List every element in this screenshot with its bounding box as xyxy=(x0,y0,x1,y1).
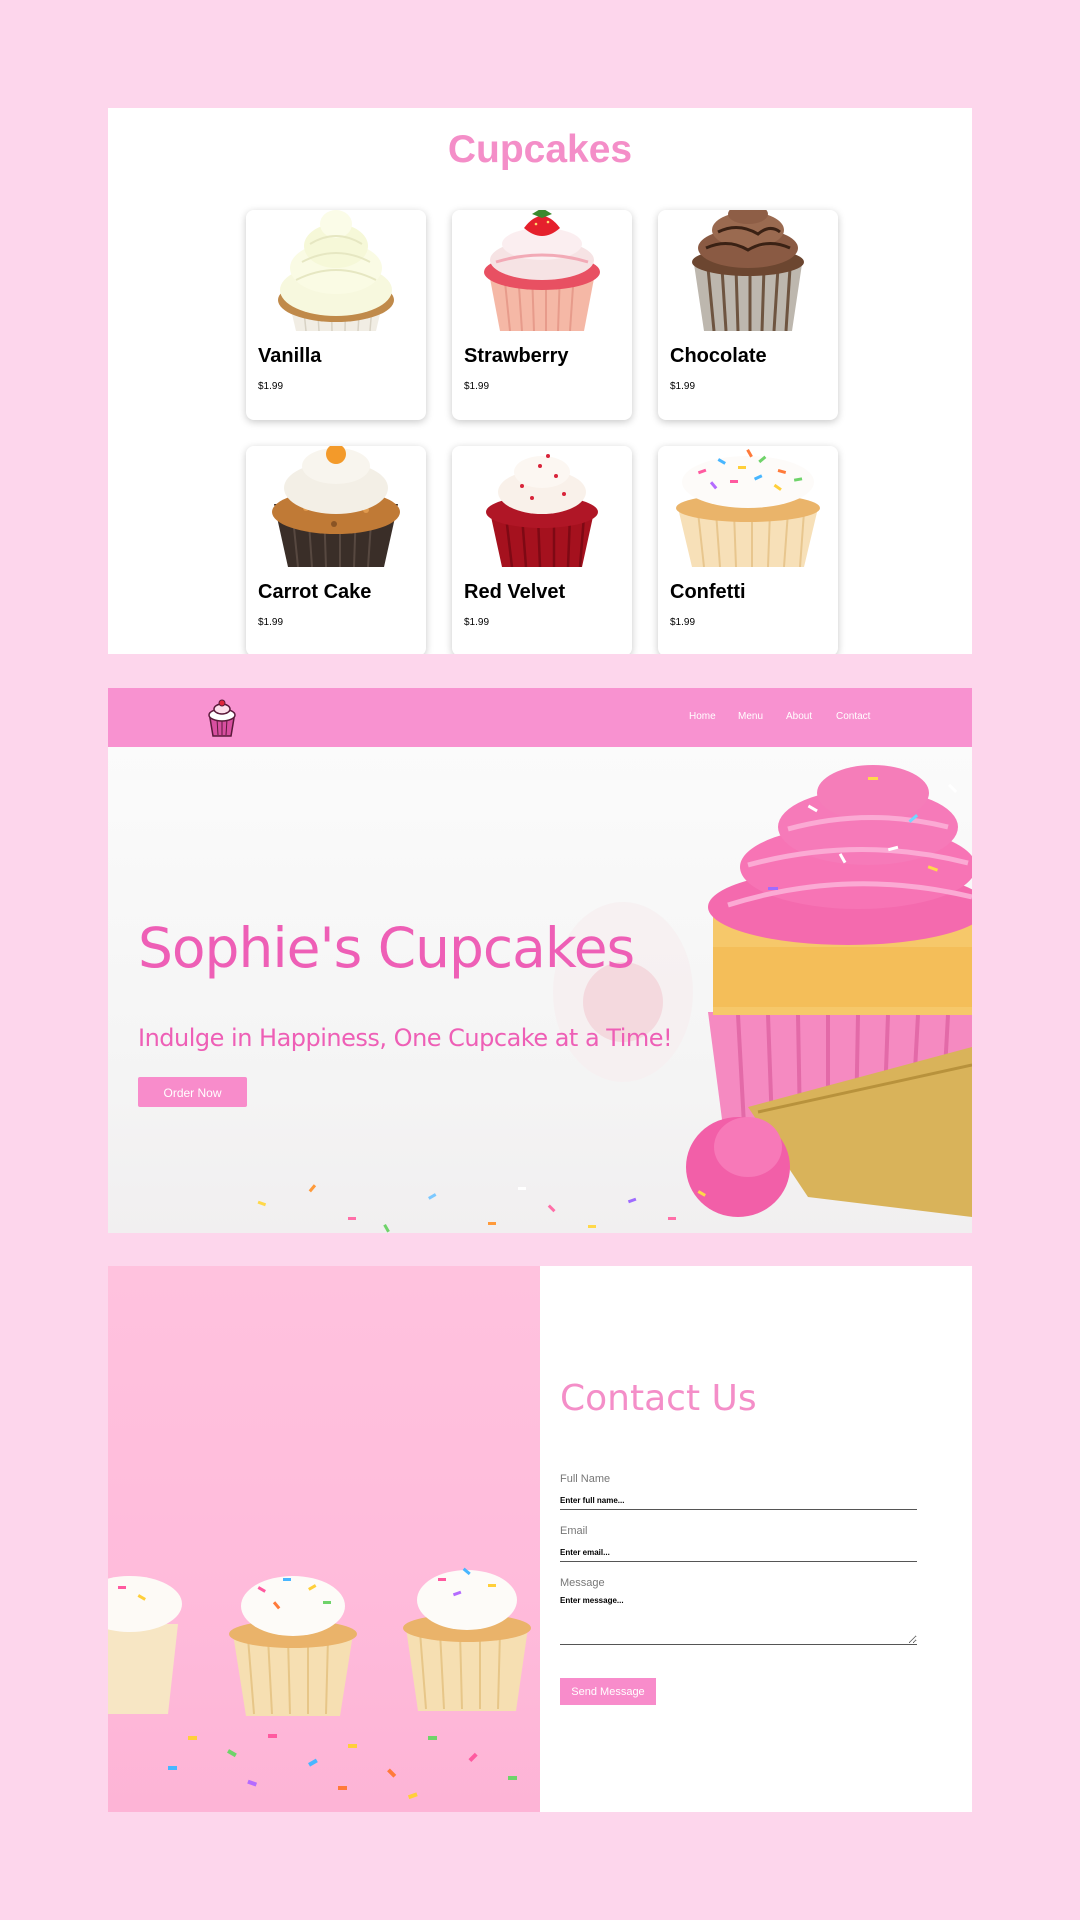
contact-section: Contact Us Full Name Email Message Send … xyxy=(108,1266,972,1812)
menu-item-price: $1.99 xyxy=(464,617,490,628)
full-name-input[interactable] xyxy=(560,1491,917,1510)
menu-item-price: $1.99 xyxy=(464,381,490,392)
email-label: Email xyxy=(560,1525,588,1537)
menu-title: Cupcakes xyxy=(447,128,633,171)
chocolate-cupcake-image xyxy=(658,210,838,332)
menu-item-price: $1.99 xyxy=(670,381,696,392)
confetti-cupcake-image xyxy=(658,446,838,568)
menu-card-red-velvet[interactable]: Red Velvet $1.99 xyxy=(452,446,632,654)
full-name-label: Full Name xyxy=(560,1473,611,1485)
hero-background-image xyxy=(108,747,972,1233)
menu-item-name: Vanilla xyxy=(258,345,322,367)
carrot-cupcake-image xyxy=(246,446,426,568)
cupcake-menu-section: Cupcakes Vanilla $1.99 Strawberry $1.99 … xyxy=(108,108,972,654)
cupcake-logo-icon[interactable] xyxy=(204,698,240,738)
order-now-button[interactable]: Order Now xyxy=(138,1077,247,1107)
email-input[interactable] xyxy=(560,1543,917,1562)
menu-item-price: $1.99 xyxy=(258,617,284,628)
cupcakes-photo xyxy=(108,1266,540,1812)
strawberry-cupcake-image xyxy=(452,210,632,332)
menu-item-name: Confetti xyxy=(670,581,746,603)
navbar: Home Menu About Contact xyxy=(108,688,972,747)
red-velvet-cupcake-image xyxy=(452,446,632,568)
menu-card-strawberry[interactable]: Strawberry $1.99 xyxy=(452,210,632,420)
menu-card-carrot-cake[interactable]: Carrot Cake $1.99 xyxy=(246,446,426,654)
nav-link-home[interactable]: Home xyxy=(689,711,716,722)
menu-item-name: Red Velvet xyxy=(464,581,566,603)
nav-link-menu[interactable]: Menu xyxy=(738,711,763,722)
menu-item-price: $1.99 xyxy=(258,381,284,392)
menu-item-name: Chocolate xyxy=(670,345,767,367)
menu-card-vanilla[interactable]: Vanilla $1.99 xyxy=(246,210,426,420)
vanilla-cupcake-image xyxy=(246,210,426,332)
menu-item-price: $1.99 xyxy=(670,617,696,628)
send-message-button[interactable]: Send Message xyxy=(560,1678,656,1705)
menu-card-chocolate[interactable]: Chocolate $1.99 xyxy=(658,210,838,420)
nav-link-contact[interactable]: Contact xyxy=(836,711,870,722)
hero-title: Sophie's Cupcakes xyxy=(138,916,635,980)
nav-link-about[interactable]: About xyxy=(786,711,812,722)
menu-item-name: Carrot Cake xyxy=(258,581,372,603)
hero-section: Home Menu About Contact Sophie's Cupcake… xyxy=(108,688,972,1233)
message-label: Message xyxy=(560,1577,605,1589)
menu-item-name: Strawberry xyxy=(464,345,569,367)
contact-title: Contact Us xyxy=(560,1378,757,1419)
menu-card-confetti[interactable]: Confetti $1.99 xyxy=(658,446,838,654)
hero-subtitle: Indulge in Happiness, One Cupcake at a T… xyxy=(138,1024,673,1052)
message-textarea[interactable] xyxy=(560,1596,917,1645)
contact-form-panel: Contact Us Full Name Email Message Send … xyxy=(540,1266,972,1812)
